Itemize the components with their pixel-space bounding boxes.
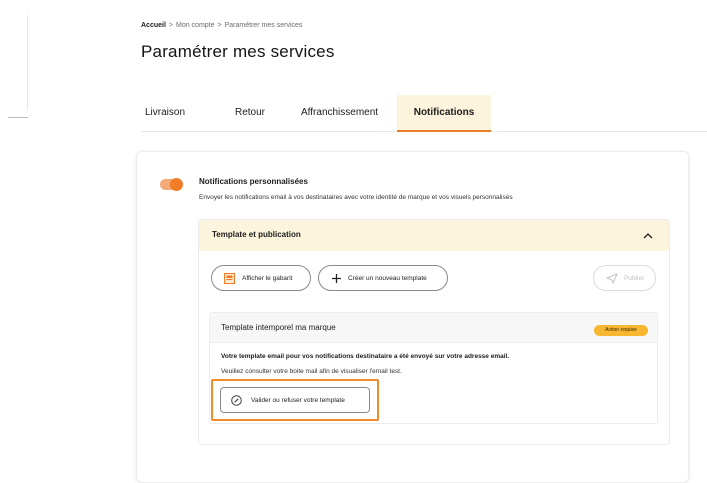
template-card-header: Template intemporel ma marque Action req… [210, 313, 657, 343]
notifications-description: Envoyer les notifications email à vos de… [199, 194, 513, 201]
create-template-label: Créer un nouveau template [348, 275, 427, 282]
breadcrumb-account[interactable]: Mon compte [176, 22, 215, 29]
left-dash-divider [8, 117, 28, 118]
notifications-title: Notifications personnalisées [199, 177, 308, 186]
accordion-header[interactable]: Template et publication [199, 220, 669, 251]
left-divider [27, 15, 28, 110]
edit-circle-icon [231, 395, 242, 406]
tab-livraison[interactable]: Livraison [145, 95, 185, 131]
toggle-knob [170, 178, 183, 191]
breadcrumb: Accueil > Mon compte > Paramétrer mes servic… [141, 22, 302, 29]
tab-notifications[interactable]: Notifications [397, 95, 491, 132]
notifications-toggle[interactable] [160, 178, 183, 191]
breadcrumb-separator: > [217, 22, 222, 29]
breadcrumb-separator: > [168, 22, 173, 29]
template-message-sent: Votre template email pour vos notificati… [221, 353, 510, 360]
validate-template-button[interactable]: Valider ou refuser votre template [220, 387, 370, 413]
chevron-up-icon[interactable] [641, 229, 655, 243]
status-badge: Action requise [594, 325, 648, 336]
send-icon [606, 273, 618, 284]
page-title: Paramétrer mes services [141, 42, 335, 61]
template-name: Template intemporel ma marque [221, 323, 336, 332]
publish-label: Publier [624, 275, 645, 282]
breadcrumb-current: Paramétrer mes services [224, 22, 303, 29]
publish-button[interactable]: Publier [593, 265, 656, 291]
show-template-label: Afficher le gabarit [242, 275, 293, 282]
create-template-button[interactable]: Créer un nouveau template [318, 265, 448, 291]
template-message-check-mail: Veuillez consulter votre boite mail afin… [221, 368, 402, 375]
template-preview-icon [224, 273, 235, 284]
tab-affranchissement[interactable]: Affranchissement [301, 95, 378, 131]
tab-retour[interactable]: Retour [235, 95, 265, 131]
validate-template-label: Valider ou refuser votre template [251, 397, 345, 404]
tab-bar: Livraison Retour Affranchissement Notifi… [141, 95, 707, 132]
plus-icon [332, 274, 341, 283]
show-template-button[interactable]: Afficher le gabarit [211, 265, 311, 291]
accordion-title: Template et publication [212, 230, 301, 239]
breadcrumb-home[interactable]: Accueil [141, 22, 166, 29]
